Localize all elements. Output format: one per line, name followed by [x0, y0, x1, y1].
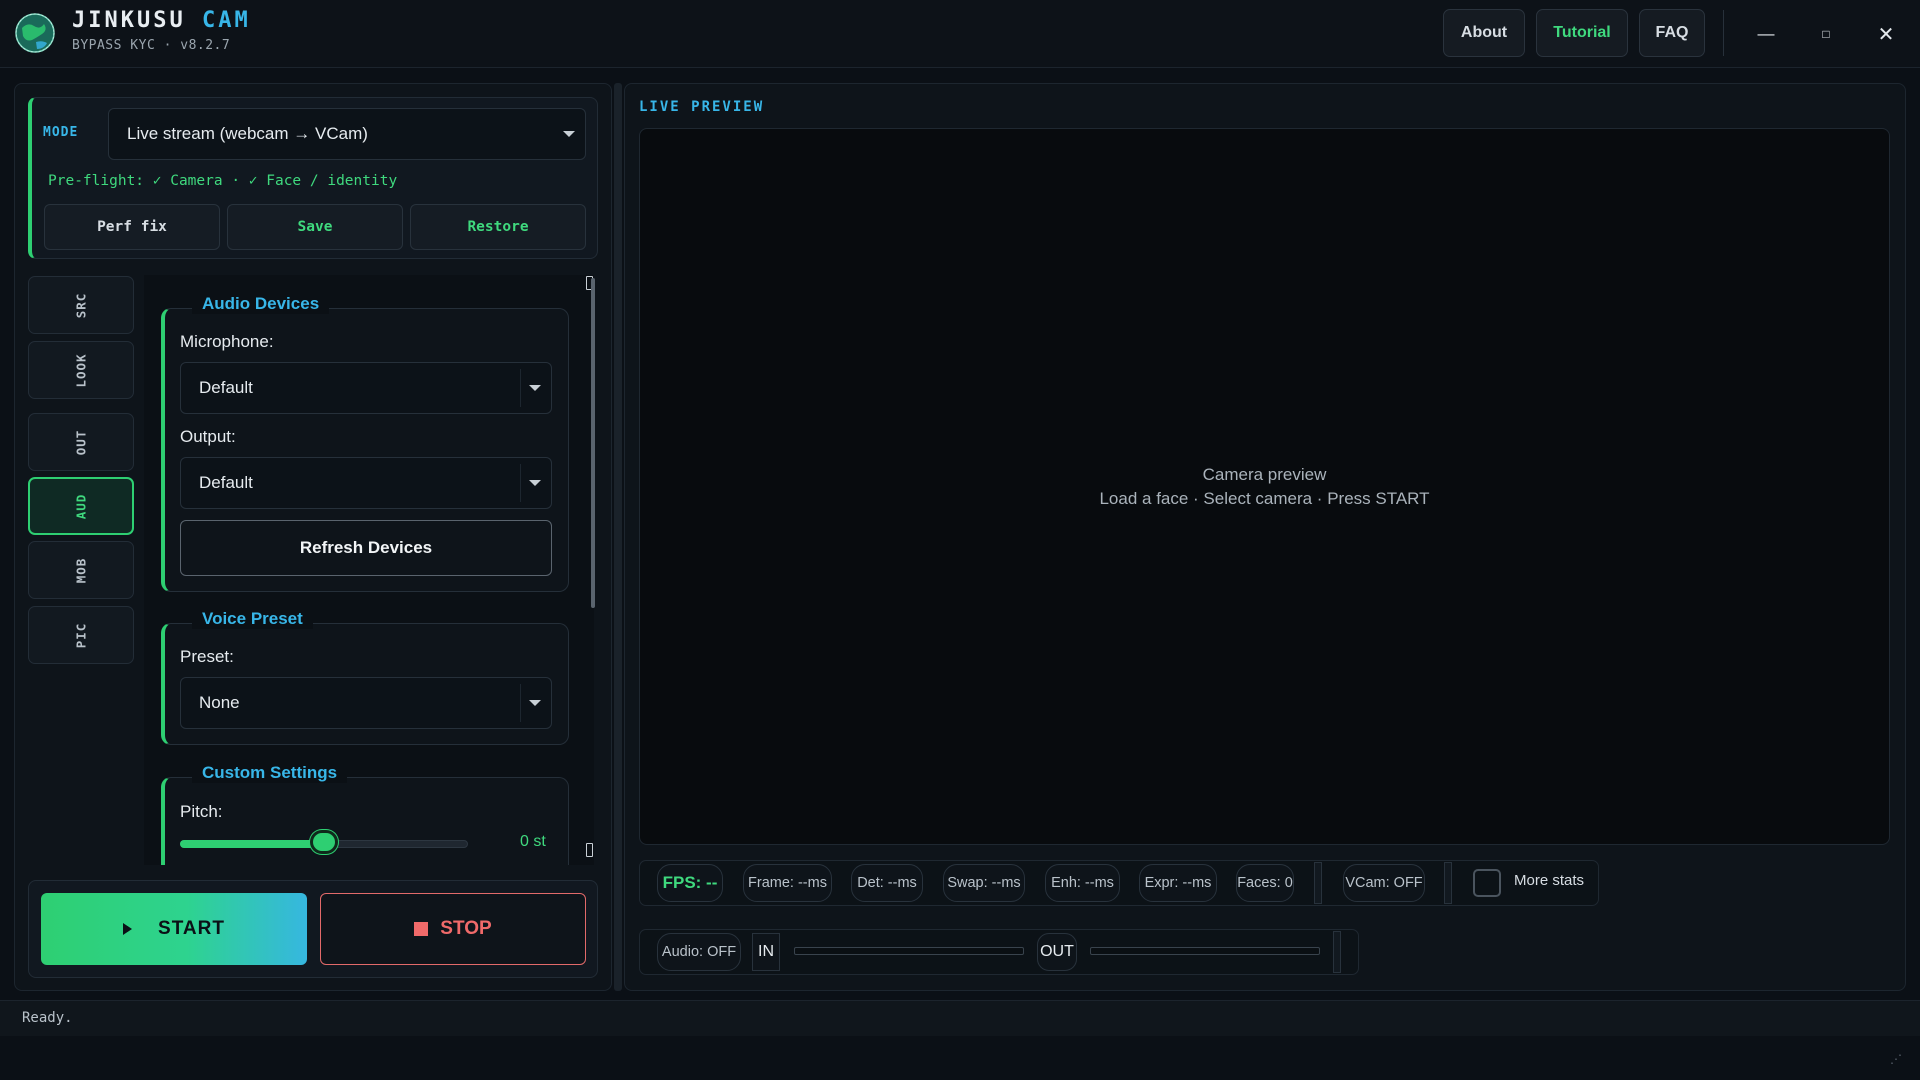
output-meter-label: OUT: [1037, 933, 1077, 971]
start-label: START: [158, 918, 225, 939]
audio-devices-title: Audio Devices: [192, 294, 330, 314]
input-meter-label: IN: [752, 933, 780, 971]
tab-src-label: SRC: [73, 292, 89, 318]
preflight-status: Pre-flight: ✓ Camera · ✓ Face / identity: [48, 173, 398, 189]
fps-stat: FPS: --: [657, 864, 723, 902]
pitch-value: 0 st: [520, 833, 546, 850]
preview-placeholder-title: Camera preview: [1202, 465, 1327, 484]
stop-icon: [414, 922, 429, 936]
play-icon: [123, 923, 133, 935]
tab-src[interactable]: SRC: [28, 276, 134, 334]
title-bar: [0, 0, 1920, 68]
tab-pic[interactable]: PIC: [28, 606, 134, 664]
perf-fix-button[interactable]: Perf fix: [44, 204, 220, 250]
output-level-meter: [1090, 947, 1320, 955]
pitch-label: Pitch:: [180, 802, 223, 821]
stop-label: STOP: [440, 918, 492, 939]
stats-separator: [1444, 862, 1452, 904]
tab-mob[interactable]: MOB: [28, 541, 134, 599]
pitch-slider-handle[interactable]: [310, 830, 338, 854]
tab-out[interactable]: OUT: [28, 413, 134, 471]
start-button[interactable]: START: [41, 893, 307, 965]
select-divider: [520, 684, 521, 722]
save-button[interactable]: Save: [227, 204, 403, 250]
voice-preset-title: Voice Preset: [192, 609, 313, 629]
select-divider: [520, 369, 521, 407]
preset-value: None: [199, 693, 240, 712]
preset-label: Preset:: [180, 647, 234, 666]
output-select[interactable]: Default: [180, 457, 552, 509]
input-level-meter: [794, 947, 1024, 955]
microphone-label: Microphone:: [180, 332, 274, 351]
audio-status: Audio: OFF: [657, 933, 741, 971]
scrollbar-thumb[interactable]: [591, 278, 595, 608]
chevron-down-icon: [563, 131, 575, 137]
output-value: Default: [199, 473, 253, 492]
faces-stat: Faces: 0: [1236, 864, 1294, 902]
pitch-slider-fill: [180, 840, 324, 848]
mode-select-value: Live stream (webcam → VCam): [127, 124, 368, 143]
custom-settings-title: Custom Settings: [192, 763, 348, 783]
app-subtitle: BYPASS KYC · v8.2.7: [72, 38, 231, 53]
vcam-stat: VCam: OFF: [1343, 864, 1425, 902]
stats-separator: [1314, 862, 1322, 904]
chevron-down-icon: [529, 480, 541, 486]
faq-button[interactable]: FAQ: [1639, 9, 1705, 57]
microphone-value: Default: [199, 378, 253, 397]
tab-aud[interactable]: AUD: [28, 477, 134, 535]
live-preview-title: LIVE PREVIEW: [639, 99, 765, 115]
chevron-down-icon: [529, 700, 541, 706]
select-divider: [520, 464, 521, 502]
tutorial-button[interactable]: Tutorial: [1536, 9, 1628, 57]
resize-grip-icon[interactable]: ⋰: [1890, 1052, 1906, 1068]
det-stat: Det: --ms: [851, 864, 923, 902]
globe-logo-icon: [15, 13, 55, 53]
chevron-down-icon: [529, 385, 541, 391]
audio-bar-separator: [1333, 931, 1341, 973]
tab-aud-label: AUD: [73, 493, 89, 519]
scroll-down-arrow[interactable]: [586, 843, 593, 857]
app-name: JINKUSU CAM: [72, 8, 251, 33]
window-controls-divider: [1723, 10, 1724, 56]
status-bar: [0, 1000, 1920, 1036]
frame-stat: Frame: --ms: [743, 864, 832, 902]
tab-mob-label: MOB: [73, 557, 89, 583]
tab-look-label: LOOK: [73, 352, 89, 388]
minimize-icon[interactable]: —: [1744, 14, 1788, 54]
camera-preview: [639, 128, 1890, 845]
panel-splitter[interactable]: [614, 83, 622, 991]
swap-stat: Swap: --ms: [943, 864, 1025, 902]
preset-select[interactable]: None: [180, 677, 552, 729]
mode-select[interactable]: Live stream (webcam → VCam): [108, 108, 586, 160]
close-icon[interactable]: ✕: [1864, 14, 1908, 54]
refresh-devices-button[interactable]: Refresh Devices: [180, 520, 552, 576]
stop-button[interactable]: STOP: [320, 893, 586, 965]
expr-stat: Expr: --ms: [1139, 864, 1217, 902]
enh-stat: Enh: --ms: [1045, 864, 1120, 902]
tab-out-label: OUT: [73, 429, 89, 455]
about-button[interactable]: About: [1443, 9, 1525, 57]
status-text: Ready.: [22, 1010, 73, 1026]
restore-button[interactable]: Restore: [410, 204, 586, 250]
tab-pic-label: PIC: [73, 622, 89, 648]
tab-look[interactable]: LOOK: [28, 341, 134, 399]
mode-label: MODE: [43, 125, 79, 140]
output-label: Output:: [180, 427, 236, 446]
more-stats-label[interactable]: More stats: [1514, 872, 1584, 889]
maximize-icon[interactable]: □: [1804, 14, 1848, 54]
microphone-select[interactable]: Default: [180, 362, 552, 414]
more-stats-checkbox[interactable]: [1473, 869, 1501, 897]
preview-placeholder-hint: Load a face · Select camera · Press STAR…: [1099, 489, 1430, 508]
